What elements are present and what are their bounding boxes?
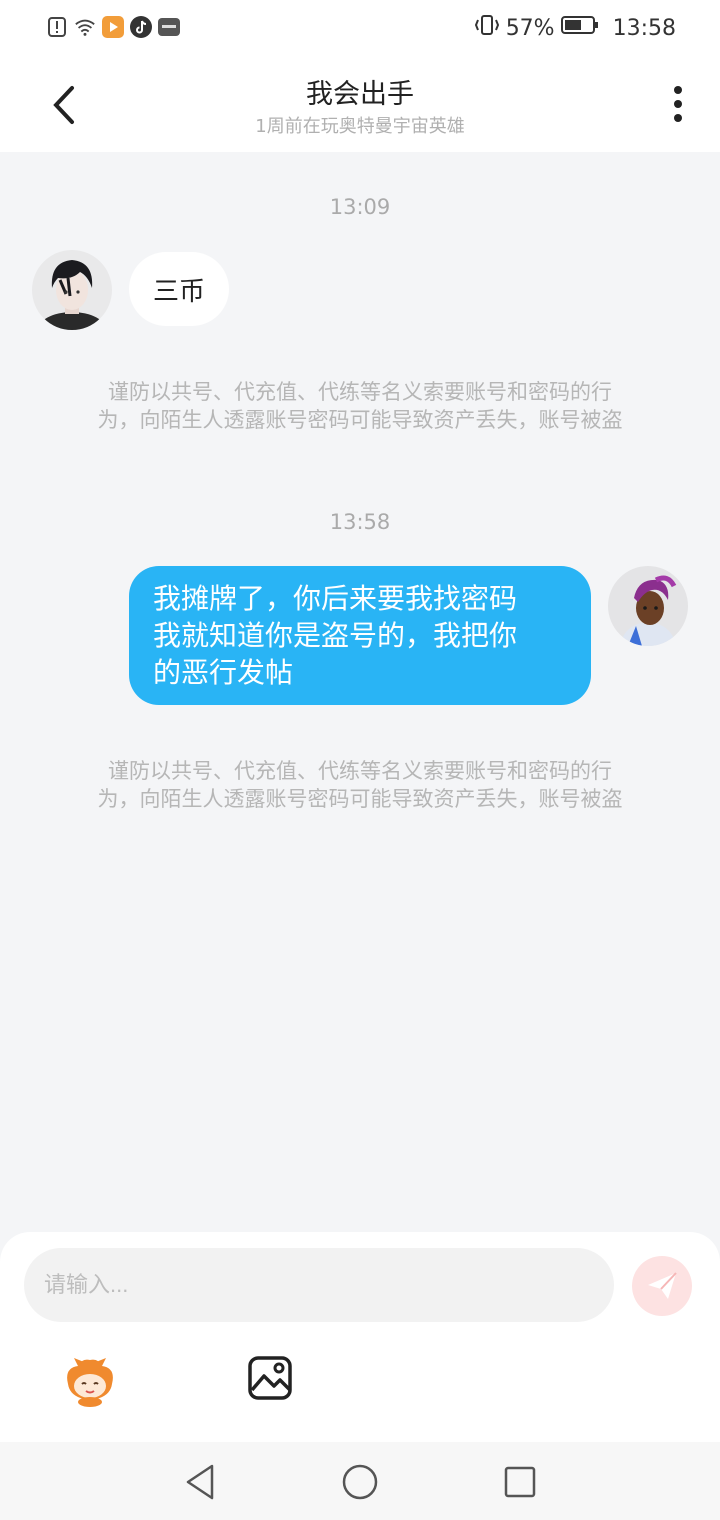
- message-input[interactable]: [24, 1248, 614, 1322]
- circle-home-icon: [342, 1464, 378, 1500]
- chat-subtitle: 1周前在玩奥特曼宇宙英雄: [255, 116, 465, 137]
- battery-icon: [560, 15, 599, 41]
- nav-back-button[interactable]: [180, 1462, 220, 1502]
- battery-percent: 57%: [505, 15, 555, 41]
- chat-title: 我会出手: [306, 79, 414, 110]
- triangle-back-icon: [186, 1464, 214, 1500]
- system-navigation-bar: [0, 1442, 720, 1520]
- image-icon: [248, 1356, 292, 1400]
- nav-recents-button[interactable]: [500, 1462, 540, 1502]
- security-warning: 谨防以共号、代充值、代练等名义索要账号和密码的行 为，向陌生人透露账号密码可能导…: [58, 378, 662, 434]
- incoming-message-text: 三币: [153, 276, 206, 307]
- my-avatar[interactable]: [608, 566, 688, 646]
- outgoing-message-line: 我就知道你是盗号的，我把你: [153, 619, 518, 652]
- warning-line: 谨防以共号、代充值、代练等名义索要账号和密码的行: [108, 759, 612, 783]
- composer: [0, 1232, 720, 1442]
- contact-avatar-image: [32, 250, 112, 330]
- security-warning: 谨防以共号、代充值、代练等名义索要账号和密码的行 为，向陌生人透露账号密码可能导…: [58, 757, 662, 813]
- mascot-emoji-icon: [67, 1358, 113, 1407]
- my-avatar-image: [608, 566, 688, 646]
- more-vertical-icon: [674, 86, 682, 122]
- contact-avatar[interactable]: [32, 250, 112, 330]
- square-recents-icon: [504, 1466, 536, 1498]
- message-timestamp: 13:58: [329, 510, 391, 534]
- tiktok-icon: [130, 16, 152, 38]
- alert-icon: [46, 16, 68, 38]
- incoming-message-bubble[interactable]: 三币: [129, 252, 230, 326]
- status-bar: 57% 13:58: [0, 0, 720, 56]
- outgoing-message-line: 的恶行发帖: [153, 656, 294, 689]
- warning-line: 为，向陌生人透露账号密码可能导致资产丢失，账号被盗: [97, 408, 623, 432]
- media-app-icon: [102, 16, 124, 38]
- outgoing-message-bubble[interactable]: 我摊牌了，你后来要我找密码 我就知道你是盗号的，我把你 的恶行发帖: [129, 566, 591, 705]
- paper-plane-icon: [648, 1272, 677, 1299]
- nav-home-button[interactable]: [340, 1462, 380, 1502]
- outgoing-message-line: 我摊牌了，你后来要我找密码: [153, 582, 518, 615]
- more-button[interactable]: [672, 84, 684, 124]
- vibrate-icon: [474, 14, 500, 42]
- warning-line: 谨防以共号、代充值、代练等名义索要账号和密码的行: [108, 380, 612, 404]
- image-button[interactable]: [246, 1354, 302, 1410]
- wifi-icon: [74, 16, 96, 38]
- warning-line: 为，向陌生人透露账号密码可能导致资产丢失，账号被盗: [97, 787, 623, 811]
- emoji-button[interactable]: [62, 1354, 118, 1410]
- huawei-app-icon: [158, 16, 180, 38]
- clock: 13:58: [612, 15, 676, 41]
- send-button[interactable]: [632, 1256, 692, 1316]
- chat-header: 我会出手 1周前在玩奥特曼宇宙英雄: [0, 56, 720, 152]
- message-timestamp: 13:09: [329, 195, 391, 219]
